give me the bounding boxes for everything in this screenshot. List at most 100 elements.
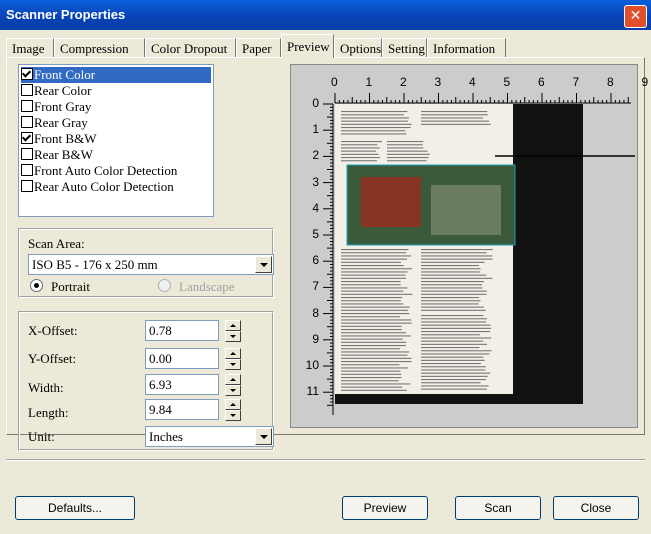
ruler-label: 3 (435, 75, 442, 89)
text-line (341, 374, 401, 375)
spin-up-icon[interactable] (225, 399, 241, 410)
text-line (341, 377, 401, 378)
width-field[interactable]: 6.93 (145, 374, 219, 395)
text-line (341, 319, 412, 320)
radio-icon[interactable] (158, 279, 171, 292)
text-line (341, 390, 407, 391)
list-item-front-color[interactable]: Front Color (21, 67, 211, 83)
scan-area-select[interactable]: ISO B5 - 176 x 250 mm (28, 254, 274, 275)
spin-up-icon[interactable] (225, 320, 241, 331)
text-line (421, 275, 486, 276)
tab-preview[interactable]: Preview (281, 34, 334, 58)
ruler-label: 2 (400, 75, 407, 89)
text-line (421, 376, 488, 377)
list-item-rear-gray[interactable]: Rear Gray (21, 115, 88, 131)
tab-image[interactable]: Image (6, 38, 54, 57)
tab-setting[interactable]: Setting (382, 38, 427, 57)
text-line (341, 268, 412, 269)
radio-selected-icon[interactable] (30, 279, 43, 292)
text-line (421, 259, 493, 260)
text-line (341, 117, 409, 118)
text-line (341, 252, 406, 253)
checkbox-icon[interactable] (21, 180, 33, 192)
portrait-radio[interactable]: Portrait (30, 279, 90, 295)
ruler-label: 9 (312, 332, 319, 346)
text-line (341, 371, 400, 372)
text-line (341, 147, 380, 148)
list-item-rear-auto-color[interactable]: Rear Auto Color Detection (21, 179, 174, 195)
text-line (341, 151, 376, 152)
spin-up-icon[interactable] (225, 374, 241, 385)
text-line (341, 351, 409, 352)
text-line (421, 268, 481, 269)
text-line (421, 121, 489, 122)
chevron-down-icon[interactable] (255, 256, 272, 273)
text-line (341, 281, 401, 282)
ruler-label: 0 (312, 96, 319, 110)
checkbox-icon[interactable] (21, 100, 33, 112)
unit-select[interactable]: Inches (145, 426, 274, 447)
tab-options[interactable]: Options (334, 38, 382, 57)
text-line (421, 318, 487, 319)
list-item-rear-color[interactable]: Rear Color (21, 83, 91, 99)
x-offset-stepper[interactable] (225, 320, 241, 342)
text-line (341, 383, 410, 384)
preview-canvas (291, 65, 637, 427)
close-button[interactable]: Close (553, 496, 639, 520)
y-offset-field[interactable]: 0.00 (145, 348, 219, 369)
checkbox-icon[interactable] (21, 68, 33, 80)
text-line (341, 387, 402, 388)
checkbox-icon[interactable] (21, 116, 33, 128)
text-line (421, 307, 484, 308)
text-line (421, 385, 489, 386)
checkbox-icon[interactable] (21, 132, 33, 144)
text-line (341, 127, 411, 128)
spin-down-icon[interactable] (225, 410, 241, 421)
text-line (421, 111, 487, 112)
ruler-label: 5 (312, 227, 319, 241)
spin-down-icon[interactable] (225, 385, 241, 396)
image-type-list[interactable]: Front Color Rear Color Front Gray Rear G… (18, 64, 214, 217)
tab-strip: Image Compression Color Dropout Paper Pr… (6, 34, 646, 58)
text-line (421, 315, 484, 316)
list-item-front-auto-color[interactable]: Front Auto Color Detection (21, 163, 177, 179)
horizontal-ruler (335, 93, 631, 103)
list-item-front-gray[interactable]: Front Gray (21, 99, 91, 115)
tab-color-dropout[interactable]: Color Dropout (145, 38, 236, 57)
ruler-label: 3 (312, 175, 319, 189)
text-line (341, 262, 401, 263)
x-offset-field[interactable]: 0.78 (145, 320, 219, 341)
preview-pane[interactable]: 0 1 2 3 4 5 6 7 8 9 0 1 2 3 4 5 6 7 8 9 10 11 (290, 64, 638, 428)
checkbox-icon[interactable] (21, 148, 33, 160)
text-line (421, 350, 492, 351)
text-line (421, 287, 483, 288)
preview-button[interactable]: Preview (342, 496, 428, 520)
spin-up-icon[interactable] (225, 348, 241, 359)
chevron-down-icon[interactable] (255, 428, 272, 445)
list-item-rear-bw[interactable]: Rear B&W (21, 147, 93, 163)
tab-information[interactable]: Information (427, 38, 506, 57)
length-field[interactable]: 9.84 (145, 399, 219, 420)
text-line (341, 133, 406, 134)
spin-down-icon[interactable] (225, 331, 241, 342)
checkbox-icon[interactable] (21, 84, 33, 96)
y-offset-stepper[interactable] (225, 348, 241, 370)
defaults-button[interactable]: Defaults... (15, 496, 135, 520)
scan-button[interactable]: Scan (455, 496, 541, 520)
text-line (341, 249, 408, 250)
tab-compression[interactable]: Compression (54, 38, 145, 57)
close-window-icon[interactable]: ✕ (624, 5, 647, 28)
checkbox-icon[interactable] (21, 164, 33, 176)
list-item-front-bw[interactable]: Front B&W (21, 131, 96, 147)
length-stepper[interactable] (225, 399, 241, 421)
landscape-radio[interactable]: Landscape (158, 279, 235, 295)
text-line (421, 252, 487, 253)
spin-down-icon[interactable] (225, 359, 241, 370)
text-line (387, 144, 423, 145)
tab-paper[interactable]: Paper (236, 38, 281, 57)
ruler-label: 6 (312, 253, 319, 267)
text-line (421, 331, 490, 332)
width-stepper[interactable] (225, 374, 241, 396)
text-line (421, 369, 485, 370)
text-line (421, 291, 487, 292)
